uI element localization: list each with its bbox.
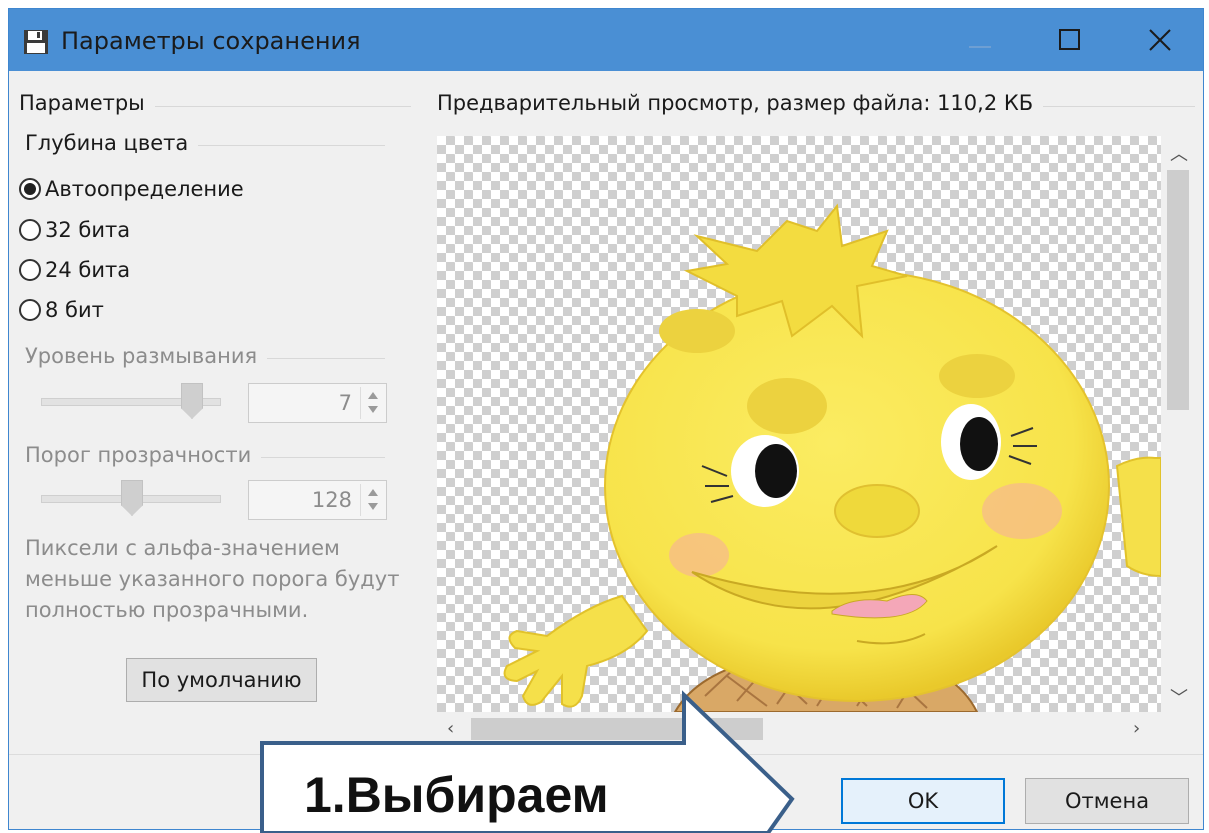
blur-value: 7 [338, 391, 352, 415]
threshold-spinbox[interactable]: 128 [248, 480, 387, 520]
spin-down-icon[interactable] [368, 406, 378, 413]
spin-up-icon[interactable] [368, 392, 378, 399]
save-options-dialog: Параметры сохранения Параметры Глубина ц… [8, 8, 1204, 830]
horizontal-scrollbar[interactable]: ‹ › [437, 712, 1161, 746]
scrollbar-corner [1161, 712, 1195, 746]
radio-24bit[interactable]: 24 бита [19, 256, 130, 284]
floppy-disk-icon [24, 30, 48, 54]
scroll-right-icon[interactable]: › [1133, 718, 1140, 739]
blur-title: Уровень размывания [25, 344, 268, 368]
blur-spin-buttons[interactable] [360, 387, 384, 419]
close-button[interactable] [1115, 9, 1203, 71]
kolobok-image [503, 203, 1161, 712]
threshold-slider-thumb[interactable] [121, 480, 143, 516]
radio-label-auto: Автоопределение [45, 177, 244, 201]
ok-button[interactable]: OK [841, 778, 1005, 824]
threshold-note: Пиксели с альфа-значением меньше указанн… [25, 536, 400, 622]
maximize-button[interactable] [1025, 9, 1115, 71]
radio-8bit[interactable]: 8 бит [19, 296, 104, 324]
radio-label-8bit: 8 бит [45, 298, 104, 322]
threshold-value: 128 [311, 488, 352, 512]
scroll-down-icon[interactable]: ﹀ [1170, 684, 1188, 710]
blur-spinbox[interactable]: 7 [248, 383, 387, 423]
threshold-spin-buttons[interactable] [360, 484, 384, 516]
spin-down-icon[interactable] [368, 503, 378, 510]
default-button[interactable]: По умолчанию [126, 658, 317, 702]
radio-button-24bit[interactable] [19, 259, 41, 281]
preview-pane[interactable]: ︿ ﹀ ‹ › [437, 136, 1195, 746]
dialog-content: Параметры Глубина цвета Автоопределение … [9, 71, 1203, 829]
radio-label-24bit: 24 бита [45, 258, 131, 282]
vertical-scrollbar[interactable]: ︿ ﹀ [1161, 136, 1195, 712]
color-depth-title: Глубина цвета [25, 131, 199, 155]
radio-button-auto[interactable] [19, 178, 41, 200]
title-bar[interactable]: Параметры сохранения [9, 9, 1203, 71]
horizontal-scroll-thumb[interactable] [471, 718, 763, 740]
preview-canvas [437, 136, 1161, 712]
window-title: Параметры сохранения [61, 27, 361, 55]
cancel-button[interactable]: Отмена [1025, 778, 1189, 824]
radio-32bit[interactable]: 32 бита [19, 216, 130, 244]
maximize-icon [1059, 29, 1080, 50]
spin-up-icon[interactable] [368, 489, 378, 496]
scroll-left-icon[interactable]: ‹ [447, 718, 454, 739]
params-group-title: Параметры [19, 91, 155, 115]
blur-slider-thumb[interactable] [181, 383, 203, 419]
threshold-title: Порог прозрачности [25, 443, 262, 467]
radio-button-8bit[interactable] [19, 299, 41, 321]
scroll-up-icon[interactable]: ︿ [1170, 140, 1188, 166]
radio-button-32bit[interactable] [19, 219, 41, 241]
footer-separator [9, 754, 1203, 755]
radio-auto[interactable]: Автоопределение [19, 175, 244, 203]
vertical-scroll-thumb[interactable] [1167, 170, 1189, 410]
minimize-icon [969, 46, 991, 48]
preview-title: Предварительный просмотр, размер файла: … [437, 91, 1044, 115]
radio-label-32bit: 32 бита [45, 218, 131, 242]
minimize-button[interactable] [935, 9, 1025, 71]
callout-text: 1.Выбираем [304, 767, 609, 823]
close-icon [1149, 29, 1171, 51]
